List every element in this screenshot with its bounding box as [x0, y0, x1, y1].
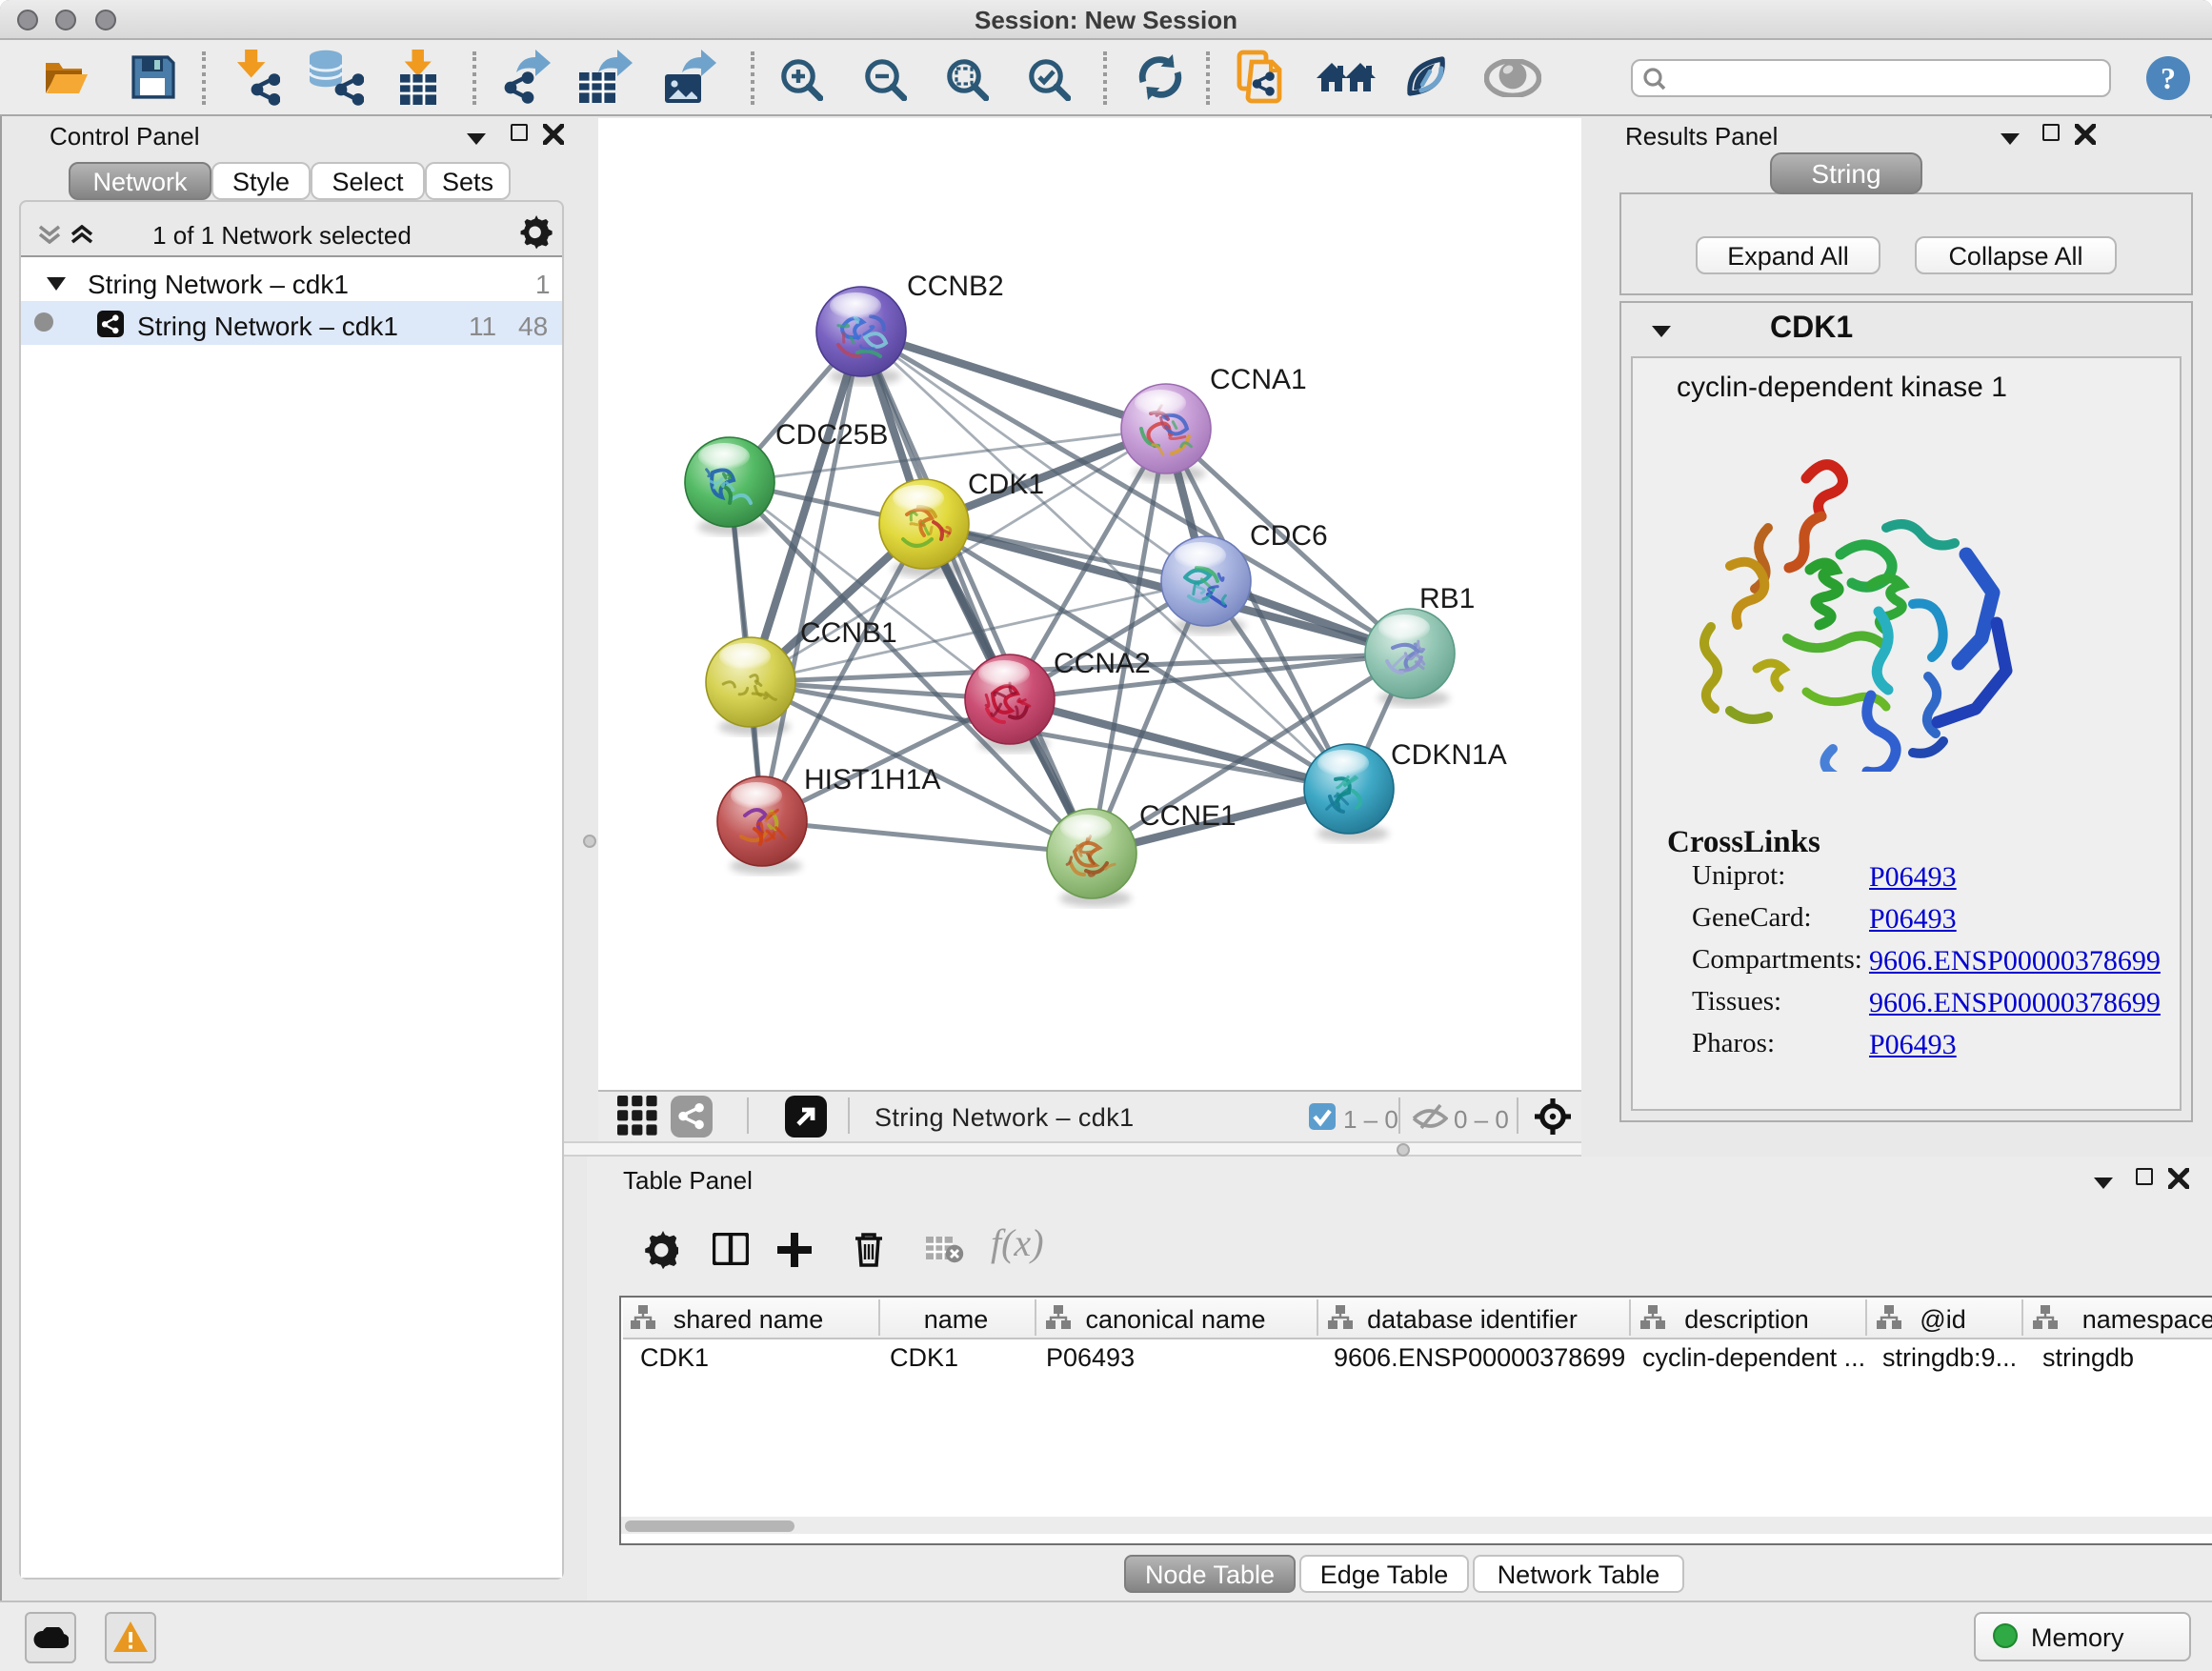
svg-text:CCNB1: CCNB1 — [800, 617, 897, 649]
svg-text:CDC25B: CDC25B — [775, 419, 888, 451]
svg-text:CCNA1: CCNA1 — [1210, 364, 1307, 395]
svg-text:?: ? — [2161, 61, 2176, 95]
svg-text:RB1: RB1 — [1419, 583, 1475, 614]
svg-text:CDKN1A: CDKN1A — [1391, 739, 1507, 771]
svg-text:CDK1: CDK1 — [968, 469, 1044, 500]
svg-text:CDC6: CDC6 — [1250, 520, 1328, 552]
svg-text:CCNA2: CCNA2 — [1054, 648, 1151, 679]
svg-text:CCNB2: CCNB2 — [907, 271, 1004, 302]
svg-text:CCNE1: CCNE1 — [1139, 800, 1237, 832]
svg-text:HIST1H1A: HIST1H1A — [804, 764, 940, 795]
